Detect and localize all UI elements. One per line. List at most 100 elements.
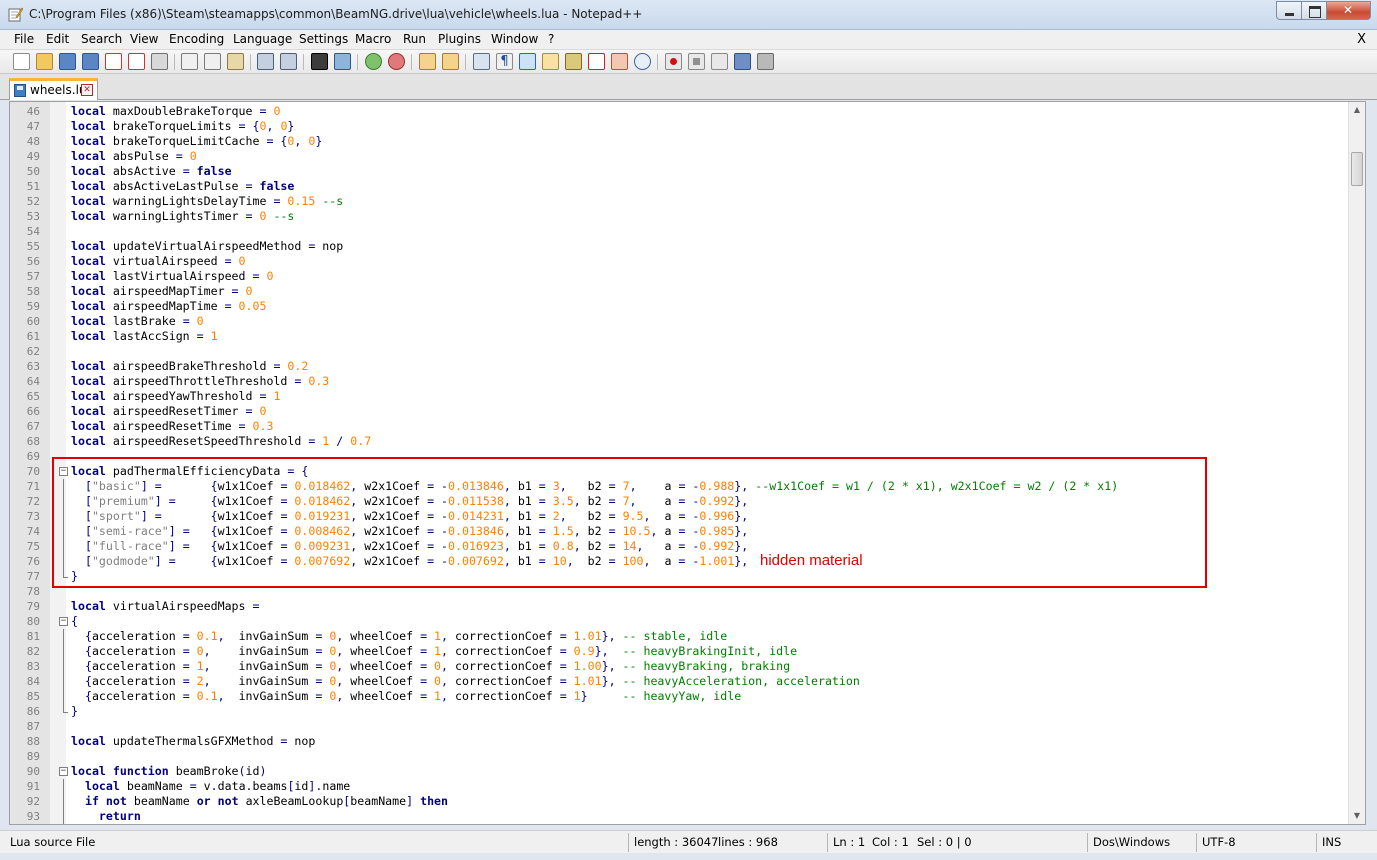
show-all-characters-icon[interactable]: ¶ <box>496 53 513 70</box>
code-line[interactable]: 60 local lastBrake = 0 <box>10 314 1352 329</box>
menu-file[interactable]: File <box>14 32 34 46</box>
menu-macro[interactable]: Macro <box>355 32 391 46</box>
menu-encoding[interactable]: Encoding <box>169 32 224 46</box>
code-line[interactable]: 52 local warningLightsDelayTime = 0.15 --… <box>10 194 1352 209</box>
code-line[interactable]: 57 local lastVirtualAirspeed = 0 <box>10 269 1352 284</box>
function-list-icon[interactable] <box>588 53 605 70</box>
new-file-icon[interactable] <box>13 53 30 70</box>
code-line[interactable]: 80 −{ <box>10 614 1352 629</box>
close-file-icon[interactable] <box>105 53 122 70</box>
run-macro-multiple-icon[interactable] <box>734 53 751 70</box>
code-editor[interactable]: 46 local maxDoubleBrakeTorque = 0 47 local … <box>9 101 1366 825</box>
menu-run[interactable]: Run <box>403 32 426 46</box>
vertical-scrollbar[interactable]: ▲ ▼ <box>1348 102 1365 824</box>
tab-close-icon[interactable]: ✕ <box>81 84 93 96</box>
menu-language[interactable]: Language <box>233 32 292 46</box>
code-line[interactable]: 88 local updateThermalsGFXMethod = nop <box>10 734 1352 749</box>
menu-view[interactable]: View <box>130 32 158 46</box>
minimize-button[interactable] <box>1276 1 1302 20</box>
copy-icon[interactable] <box>204 53 221 70</box>
code-line[interactable]: 73 ["sport"] = {w1x1Coef = 0.019231, w2x… <box>10 509 1352 524</box>
code-line[interactable]: 83 {acceleration = 1, invGainSum = 0, wh… <box>10 659 1352 674</box>
word-wrap-icon[interactable] <box>473 53 490 70</box>
code-line[interactable]: 89 <box>10 749 1352 764</box>
code-line[interactable]: 53 local warningLightsTimer = 0 --s <box>10 209 1352 224</box>
user-language-icon[interactable] <box>542 53 559 70</box>
save-all-icon[interactable] <box>82 53 99 70</box>
paste-icon[interactable] <box>227 53 244 70</box>
menu-plugins[interactable]: Plugins <box>438 32 481 46</box>
code-line[interactable]: 54 <box>10 224 1352 239</box>
code-line[interactable]: 78 <box>10 584 1352 599</box>
code-line[interactable]: 49 local absPulse = 0 <box>10 149 1352 164</box>
sync-horizontal-icon[interactable] <box>442 53 459 70</box>
undo-icon[interactable] <box>257 53 274 70</box>
scrollbar-thumb[interactable] <box>1351 152 1363 186</box>
code-line[interactable]: 81 {acceleration = 0.1, invGainSum = 0, … <box>10 629 1352 644</box>
code-line[interactable]: 87 <box>10 719 1352 734</box>
code-line[interactable]: 64 local airspeedThrottleThreshold = 0.3 <box>10 374 1352 389</box>
code-line[interactable]: 92 if not beamName or not axleBeamLookup… <box>10 794 1352 809</box>
code-line[interactable]: 62 <box>10 344 1352 359</box>
code-line[interactable]: 63 local airspeedBrakeThreshold = 0.2 <box>10 359 1352 374</box>
save-icon[interactable] <box>59 53 76 70</box>
code-line[interactable]: 66 local airspeedResetTimer = 0 <box>10 404 1352 419</box>
scroll-down-icon[interactable]: ▼ <box>1349 808 1365 824</box>
code-line[interactable]: 93 return <box>10 809 1352 824</box>
code-line[interactable]: 61 local lastAccSign = 1 <box>10 329 1352 344</box>
save-macro-icon[interactable] <box>757 53 774 70</box>
menu-window[interactable]: Window <box>491 32 538 46</box>
code-line[interactable]: 85 {acceleration = 0.1, invGainSum = 0, … <box>10 689 1352 704</box>
menu-search[interactable]: Search <box>81 32 122 46</box>
cut-icon[interactable] <box>181 53 198 70</box>
code-line[interactable]: 48 local brakeTorqueLimitCache = {0, 0} <box>10 134 1352 149</box>
tab-wheels-lua[interactable]: wheels.lua ✕ <box>9 78 98 100</box>
code-line[interactable]: 90 − local function beamBroke(id) <box>10 764 1352 779</box>
zoom-out-icon[interactable] <box>388 53 405 70</box>
indent-guide-icon[interactable] <box>519 53 536 70</box>
code-line[interactable]: 77} <box>10 569 1352 584</box>
record-macro-icon[interactable] <box>665 53 682 70</box>
print-icon[interactable] <box>151 53 168 70</box>
scroll-up-icon[interactable]: ▲ <box>1349 102 1365 118</box>
code-line[interactable]: 55 local updateVirtualAirspeedMethod = no… <box>10 239 1352 254</box>
code-line[interactable]: 51 local absActiveLastPulse = false <box>10 179 1352 194</box>
fold-toggle-icon[interactable]: − <box>59 767 68 776</box>
code-line[interactable]: 76 ["godmode"] = {w1x1Coef = 0.007692, w… <box>10 554 1352 569</box>
menu-settings[interactable]: Settings <box>299 32 348 46</box>
menu-edit[interactable]: Edit <box>46 32 69 46</box>
close-window-button[interactable] <box>1327 1 1371 20</box>
monitoring-icon[interactable] <box>634 53 651 70</box>
code-line[interactable]: 56 local virtualAirspeed = 0 <box>10 254 1352 269</box>
code-line[interactable]: 50 local absActive = false <box>10 164 1352 179</box>
fold-toggle-icon[interactable]: − <box>59 467 68 476</box>
code-line[interactable]: 91 local beamName = v.data.beams[id].nam… <box>10 779 1352 794</box>
code-line[interactable]: 79 local virtualAirspeedMaps = <box>10 599 1352 614</box>
replace-icon[interactable] <box>334 53 351 70</box>
document-map-icon[interactable] <box>565 53 582 70</box>
play-macro-icon[interactable] <box>711 53 728 70</box>
code-line[interactable]: 46 local maxDoubleBrakeTorque = 0 <box>10 104 1352 119</box>
code-line[interactable]: 59 local airspeedMapTime = 0.05 <box>10 299 1352 314</box>
code-line[interactable]: 67 local airspeedResetTime = 0.3 <box>10 419 1352 434</box>
code-line[interactable]: 82 {acceleration = 0, invGainSum = 0, wh… <box>10 644 1352 659</box>
find-icon[interactable] <box>311 53 328 70</box>
stop-macro-icon[interactable] <box>688 53 705 70</box>
close-all-icon[interactable] <box>128 53 145 70</box>
code-line[interactable]: 65 local airspeedYawThreshold = 1 <box>10 389 1352 404</box>
code-line[interactable]: 72 ["premium"] = {w1x1Coef = 0.018462, w… <box>10 494 1352 509</box>
fold-toggle-icon[interactable]: − <box>59 617 68 626</box>
code-line[interactable]: 74 ["semi-race"] = {w1x1Coef = 0.008462,… <box>10 524 1352 539</box>
code-line[interactable]: 84 {acceleration = 2, invGainSum = 0, wh… <box>10 674 1352 689</box>
code-line[interactable]: 68 local airspeedResetSpeedThreshold = 1 … <box>10 434 1352 449</box>
sync-vertical-icon[interactable] <box>419 53 436 70</box>
code-line[interactable]: 86} <box>10 704 1352 719</box>
code-line[interactable]: 71 ["basic"] = {w1x1Coef = 0.018462, w2x… <box>10 479 1352 494</box>
redo-icon[interactable] <box>280 53 297 70</box>
maximize-button[interactable] <box>1302 1 1327 20</box>
code-line[interactable]: 69 <box>10 449 1352 464</box>
zoom-in-icon[interactable] <box>365 53 382 70</box>
code-line[interactable]: 47 local brakeTorqueLimits = {0, 0} <box>10 119 1352 134</box>
open-file-icon[interactable] <box>36 53 53 70</box>
folder-workspace-icon[interactable] <box>611 53 628 70</box>
